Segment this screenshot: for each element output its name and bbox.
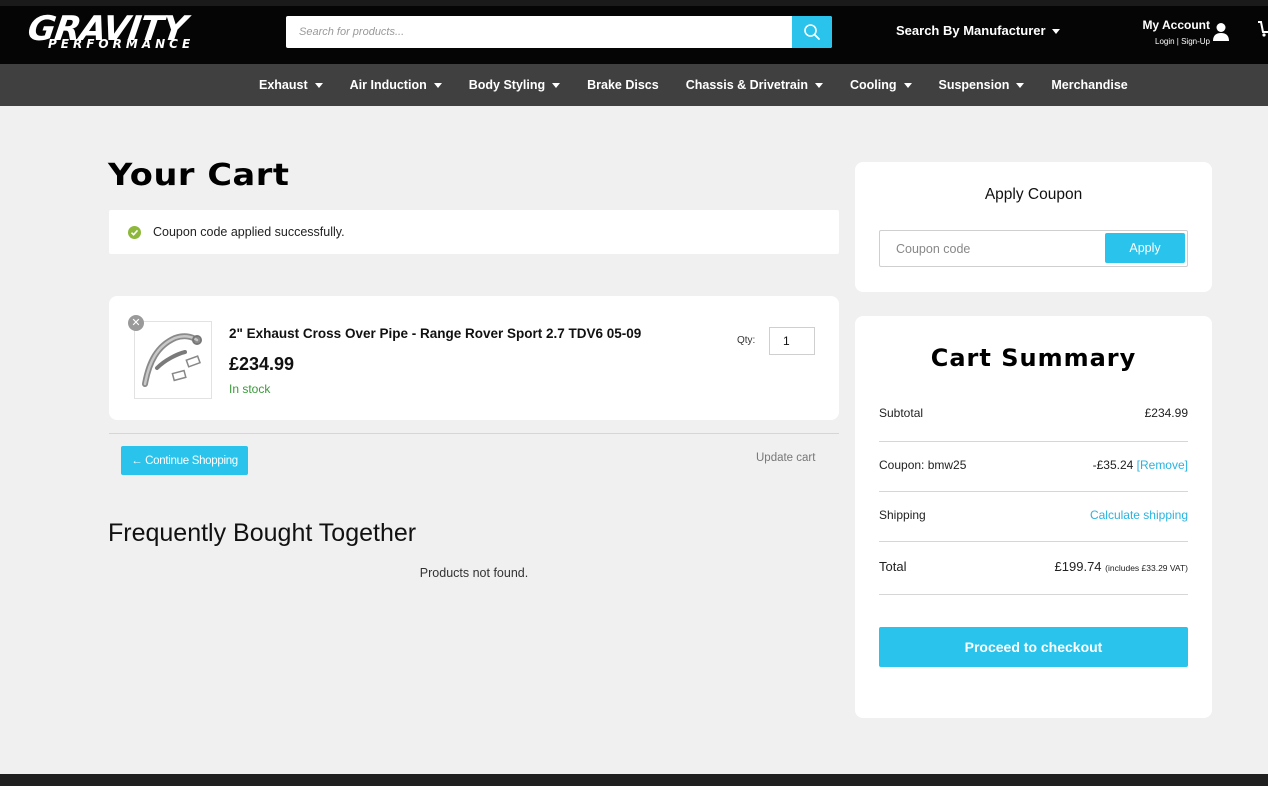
header-strip <box>0 0 1268 6</box>
nav-item-brake-discs[interactable]: Brake Discs <box>587 78 659 92</box>
chevron-down-icon <box>903 82 912 88</box>
site-footer <box>0 774 1268 786</box>
notice-text: Coupon code applied successfully. <box>153 225 345 239</box>
product-search <box>286 16 832 48</box>
stock-status: In stock <box>229 382 271 396</box>
logo-subtitle: PERFORMANCE <box>48 37 195 51</box>
user-icon[interactable] <box>1212 22 1230 47</box>
coupon-discount: -£35.24 [Remove] <box>1093 458 1188 472</box>
chevron-down-icon <box>814 82 823 88</box>
remove-coupon-link[interactable]: [Remove] <box>1137 458 1188 472</box>
remove-item-button[interactable]: ✕ <box>128 315 144 331</box>
coupon-form: Apply <box>879 230 1188 267</box>
nav-item-label: Merchandise <box>1051 78 1128 92</box>
site-logo[interactable]: GRAVITY PERFORMANCE <box>25 9 262 54</box>
subtotal-value: £234.99 <box>1144 406 1188 420</box>
nav-item-body-styling[interactable]: Body Styling <box>468 78 561 92</box>
my-account[interactable]: My Account Login | Sign-Up <box>1138 18 1210 48</box>
nav-item-label: Air Induction <box>349 78 427 92</box>
coupon-panel: Apply Coupon Apply <box>855 162 1212 292</box>
divider <box>879 441 1188 442</box>
cart-icon[interactable] <box>1258 20 1268 43</box>
chevron-down-icon <box>552 82 561 88</box>
shipping-row: Shipping Calculate shipping <box>879 508 1188 522</box>
nav-item-label: Brake Discs <box>587 78 659 92</box>
nav-item-exhaust[interactable]: Exhaust <box>259 78 323 92</box>
product-name[interactable]: 2" Exhaust Cross Over Pipe - Range Rover… <box>229 326 641 341</box>
nav-item-chassis-drivetrain[interactable]: Chassis & Drivetrain <box>686 78 823 92</box>
nav-item-merchandise[interactable]: Merchandise <box>1051 78 1127 92</box>
coupon-row: Coupon: bmw25 -£35.24 [Remove] <box>879 458 1188 472</box>
fbt-heading: Frequently Bought Together <box>108 519 417 547</box>
summary-heading: Cart Summary <box>930 344 1137 372</box>
nav-item-suspension[interactable]: Suspension <box>939 78 1025 92</box>
divider <box>879 541 1188 542</box>
nav-menu: Exhaust Air Induction Body Styling Brake Di… <box>259 64 1155 106</box>
check-icon <box>128 225 141 239</box>
nav-item-cooling[interactable]: Cooling <box>850 78 912 92</box>
total-amount: £199.74 (includes £33.29 VAT) <box>1055 559 1188 574</box>
nav-item-label: Body Styling <box>468 78 546 92</box>
quantity-input[interactable] <box>769 327 815 355</box>
total-value: £199.74 <box>1054 559 1102 574</box>
page-title: Your Cart <box>108 158 290 193</box>
search-by-manufacturer[interactable]: Search By Manufacturer <box>896 23 1060 39</box>
total-row: Total £199.74 (includes £33.29 VAT) <box>879 559 1188 574</box>
search-input[interactable] <box>286 16 792 48</box>
divider <box>879 491 1188 492</box>
success-notice: Coupon code applied successfully. <box>109 210 839 254</box>
total-label: Total <box>879 559 907 574</box>
search-button[interactable] <box>792 16 832 48</box>
chevron-down-icon <box>1016 82 1025 88</box>
chevron-down-icon <box>433 82 442 88</box>
cart-item: ✕ 2" Exhaust Cross Over Pipe - Range Rov… <box>109 296 839 420</box>
nav-item-label: Suspension <box>938 78 1010 92</box>
coupon-code-input[interactable] <box>880 231 1100 266</box>
product-price: £234.99 <box>229 354 295 374</box>
account-title: My Account <box>1142 18 1210 32</box>
total-vat-note: (includes £33.29 VAT) <box>1105 563 1188 573</box>
coupon-heading: Apply Coupon <box>984 186 1083 203</box>
close-icon: ✕ <box>131 316 141 329</box>
site-header: GRAVITY PERFORMANCE Search By Manufactur… <box>0 0 1268 64</box>
quantity-label: Qty: <box>737 335 756 346</box>
chevron-down-icon <box>1051 28 1060 34</box>
nav-item-label: Exhaust <box>259 78 308 92</box>
apply-coupon-button[interactable]: Apply <box>1105 233 1185 263</box>
fbt-empty-message: Products not found. <box>419 566 529 580</box>
login-signup-link[interactable]: Login | Sign-Up <box>1138 36 1210 48</box>
nav-item-label: Chassis & Drivetrain <box>685 78 808 92</box>
update-cart-button[interactable]: Update cart <box>756 452 815 464</box>
divider <box>879 594 1188 595</box>
divider <box>109 433 839 434</box>
subtotal-label: Subtotal <box>879 406 924 420</box>
subtotal-row: Subtotal £234.99 <box>879 406 1188 420</box>
manufacturer-label: Search By Manufacturer <box>896 23 1046 38</box>
coupon-value: -£35.24 <box>1092 458 1134 472</box>
shipping-label: Shipping <box>879 508 926 522</box>
nav-item-air-induction[interactable]: Air Induction <box>350 78 442 92</box>
calculate-shipping-link[interactable]: Calculate shipping <box>1090 508 1188 522</box>
product-thumbnail[interactable] <box>134 321 212 399</box>
cart-summary-panel: Cart Summary Subtotal £234.99 Coupon: bm… <box>855 316 1212 718</box>
continue-shopping-button[interactable]: ← Continue Shopping <box>121 446 248 475</box>
chevron-down-icon <box>314 82 323 88</box>
main-navigation: Exhaust Air Induction Body Styling Brake Di… <box>0 64 1268 106</box>
coupon-label: Coupon: bmw25 <box>879 458 967 472</box>
proceed-to-checkout-button[interactable]: Proceed to checkout <box>879 627 1188 667</box>
nav-item-label: Cooling <box>849 78 897 92</box>
search-icon <box>804 24 820 40</box>
